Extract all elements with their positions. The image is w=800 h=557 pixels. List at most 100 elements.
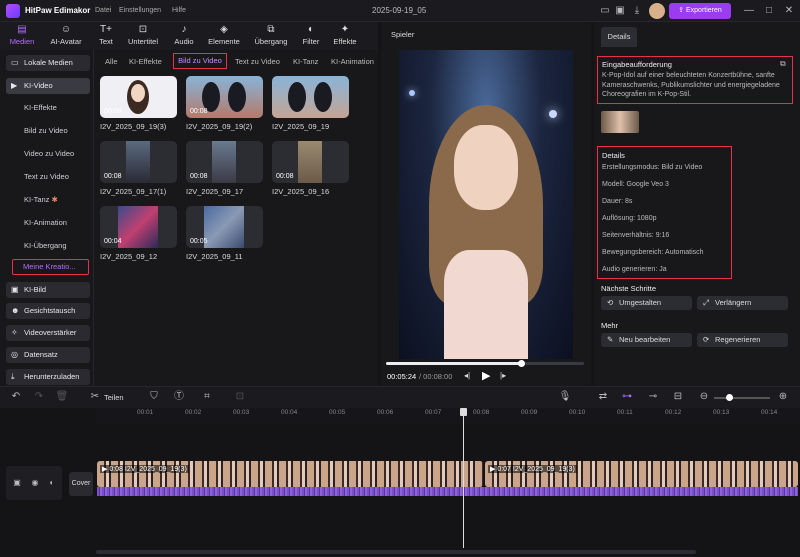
sidebar-item-ki-bild[interactable]: ▣ KI-Bild bbox=[6, 282, 90, 298]
media-thumb[interactable]: 00:08 bbox=[272, 141, 349, 183]
next-frame-icon[interactable]: |▸ bbox=[500, 371, 506, 380]
tool-medien[interactable]: ▤ Medien bbox=[3, 22, 41, 50]
delete-icon[interactable]: 🗑 bbox=[55, 390, 69, 404]
maximize-icon[interactable]: □ bbox=[762, 4, 776, 18]
tool-audio[interactable]: ♪ Audio bbox=[165, 22, 203, 50]
umgestalten-button[interactable]: ⟲ Umgestalten bbox=[601, 296, 692, 310]
prompt-box: Eingabeaufforderung ⧉ K-Pop-Idol auf ein… bbox=[597, 56, 793, 104]
media-thumb[interactable] bbox=[272, 76, 349, 118]
shield-icon[interactable]: ⛉ bbox=[147, 390, 161, 404]
tab-ki-animation[interactable]: KI-Animation bbox=[331, 57, 377, 66]
zoom-in-icon[interactable]: ⊕ bbox=[776, 390, 790, 404]
verlaengern-button[interactable]: ⤢ Verlängern bbox=[697, 296, 788, 310]
button-label: Neu bearbeiten bbox=[619, 335, 671, 344]
minimize-icon[interactable]: — bbox=[742, 4, 756, 18]
cover-button[interactable]: Cover bbox=[69, 472, 93, 496]
media-thumb[interactable]: 00:08 bbox=[100, 76, 177, 118]
undo-icon[interactable]: ↶ bbox=[9, 390, 23, 404]
playback-track[interactable] bbox=[386, 362, 584, 365]
sidebar-item-label: Videoverstärker bbox=[24, 328, 77, 337]
tool-elemente[interactable]: ◈ Elemente bbox=[205, 22, 243, 50]
tab-text-zu-video[interactable]: Text zu Video bbox=[235, 57, 280, 66]
thumb-image bbox=[118, 206, 158, 248]
regenerieren-button[interactable]: ⟳ Regenerieren bbox=[697, 333, 788, 347]
play-icon[interactable]: ▶ bbox=[482, 369, 490, 382]
app-logo bbox=[6, 4, 20, 18]
sidebar-item-ki-animation[interactable]: KI-Animation bbox=[24, 218, 67, 227]
avatar[interactable] bbox=[649, 3, 665, 19]
button-label: Umgestalten bbox=[619, 298, 662, 307]
sidebar-item-ki-uebergang[interactable]: KI-Übergang bbox=[24, 241, 67, 250]
tab-details[interactable]: Details bbox=[601, 27, 637, 47]
eye-icon[interactable]: ◉ bbox=[28, 476, 42, 490]
playback-fill bbox=[386, 362, 521, 365]
ruler-label: 00:12 bbox=[665, 409, 682, 416]
media-thumb[interactable]: 00:08 bbox=[100, 141, 177, 183]
sidebar-item-meine-kreationen[interactable]: Meine Kreatio... bbox=[12, 259, 89, 275]
sidebar-item-ki-effekte[interactable]: KI-Effekte bbox=[24, 103, 57, 112]
zoom-out-icon[interactable]: ⊖ bbox=[697, 390, 711, 404]
magnet-icon[interactable]: ⊶ bbox=[620, 390, 634, 404]
media-thumb[interactable]: 00:08 bbox=[186, 76, 263, 118]
sidebar-item-datensatz[interactable]: ◎ Datensatz bbox=[6, 347, 90, 363]
sidebar-item-gesichtstausch[interactable]: ☻ Gesichtstausch bbox=[6, 303, 90, 319]
close-icon[interactable]: ✕ bbox=[782, 4, 796, 18]
menu-datei[interactable]: Datei bbox=[95, 7, 111, 14]
neu-bearbeiten-button[interactable]: ✎ Neu bearbeiten bbox=[601, 333, 692, 347]
zoom-knob[interactable] bbox=[726, 394, 733, 401]
sidebar-item-video-zu-video[interactable]: Video zu Video bbox=[24, 149, 74, 158]
text-tool-icon[interactable]: Ⓣ bbox=[172, 390, 186, 404]
tool-uebergang[interactable]: ⧉ Übergang bbox=[252, 22, 290, 50]
download-icon[interactable]: ⤓ bbox=[630, 4, 644, 18]
tool-untertitel[interactable]: ⊡ Untertitel bbox=[124, 22, 162, 50]
redo-icon[interactable]: ↷ bbox=[32, 390, 46, 404]
video-preview[interactable] bbox=[399, 50, 573, 359]
sidebar-item-bild-zu-video[interactable]: Bild zu Video bbox=[24, 126, 68, 135]
playback-knob[interactable] bbox=[517, 360, 525, 367]
tool-ai-avatar[interactable]: ☺ AI-Avatar bbox=[47, 22, 85, 50]
sidebar-item-herunterzuladen[interactable]: ⤓ Herunterzuladen bbox=[6, 369, 90, 385]
tab-ki-tanz[interactable]: KI-Tanz bbox=[293, 57, 318, 66]
media-thumb[interactable]: 00:04 bbox=[100, 206, 177, 248]
export-button[interactable]: ⇪ Exportieren bbox=[669, 3, 731, 19]
tab-ki-effekte[interactable]: KI-Effekte bbox=[129, 57, 162, 66]
sidebar-item-ki-tanz[interactable]: KI-Tanz ✱ bbox=[24, 195, 58, 204]
crop-icon[interactable]: ⌗ bbox=[200, 390, 214, 404]
monitor-icon[interactable]: ▭ bbox=[598, 4, 612, 18]
feedback-icon[interactable]: ▣ bbox=[613, 4, 627, 18]
volume-icon[interactable]: ◖ bbox=[44, 476, 58, 490]
playhead-handle[interactable] bbox=[460, 408, 467, 416]
microphone-icon[interactable]: 🎙 bbox=[558, 390, 572, 404]
media-thumb[interactable]: 00:05 bbox=[186, 206, 263, 248]
fit-icon[interactable]: ⊟ bbox=[671, 390, 685, 404]
sidebar-item-text-zu-video[interactable]: Text zu Video bbox=[24, 172, 69, 181]
split-button[interactable]: Teilen bbox=[104, 393, 124, 402]
snap-icon[interactable]: ⊸ bbox=[646, 390, 660, 404]
effects-icon: ✦ bbox=[340, 24, 350, 35]
sidebar-item-videoverstaerker[interactable]: ✧ Videoverstärker bbox=[6, 325, 90, 341]
dataset-icon: ◎ bbox=[11, 350, 18, 359]
ruler-label: 00:01 bbox=[137, 409, 154, 416]
lock-icon[interactable]: ▣ bbox=[10, 476, 24, 490]
reference-image[interactable] bbox=[601, 111, 639, 133]
link-icon[interactable]: ⇄ bbox=[596, 390, 610, 404]
tool-text[interactable]: T+ Text bbox=[87, 22, 125, 50]
tool-effekte[interactable]: ✦ Effekte bbox=[326, 22, 364, 50]
sidebar-item-ki-video[interactable]: ▶ KI-Video bbox=[6, 78, 90, 94]
prev-frame-icon[interactable]: ◂| bbox=[464, 371, 470, 380]
menu-einstellungen[interactable]: Einstellungen bbox=[119, 7, 161, 14]
zoom-slider[interactable] bbox=[714, 397, 770, 399]
media-thumb[interactable]: 00:08 bbox=[186, 141, 263, 183]
scissors-icon[interactable]: ✂ bbox=[88, 390, 102, 404]
tab-alle[interactable]: Alle bbox=[105, 57, 118, 66]
tab-bild-zu-video[interactable]: Bild zu Video bbox=[173, 53, 227, 69]
copy-icon[interactable]: ⧉ bbox=[780, 59, 786, 69]
playhead-line[interactable] bbox=[463, 408, 464, 548]
menu-hilfe[interactable]: Hilfe bbox=[172, 7, 186, 14]
freeze-icon[interactable]: ⊡ bbox=[233, 390, 247, 404]
tool-filter[interactable]: ◐ Filter bbox=[292, 22, 330, 50]
sidebar-item-label: KI-Video bbox=[24, 81, 53, 90]
audio-waveform[interactable] bbox=[97, 487, 798, 496]
timeline-scrollbar[interactable] bbox=[96, 550, 696, 554]
sidebar-item-lokale-medien[interactable]: ▭ Lokale Medien bbox=[6, 55, 90, 71]
